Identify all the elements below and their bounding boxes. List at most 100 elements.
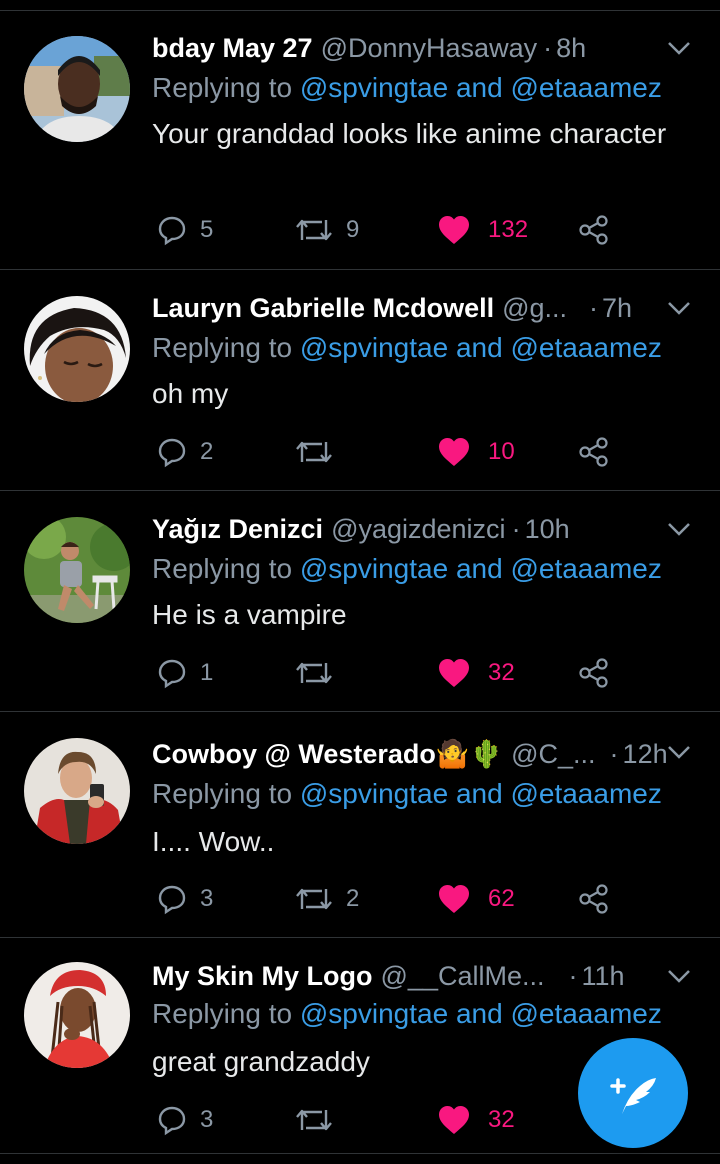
share-button[interactable] [578,432,610,472]
separator-dot: · [589,292,599,323]
like-button[interactable]: 132 [438,210,528,250]
like-button[interactable]: 32 [438,1100,515,1140]
reply-button[interactable]: 1 [156,653,213,693]
reply-count: 5 [200,216,214,243]
user-handle[interactable]: @DonnyHasaway [321,33,538,64]
reply-button[interactable]: 3 [156,879,213,919]
tweet-header: Cowboy @ Westerado🤷🌵 @C_... · 12h [152,732,690,776]
like-count: 10 [488,438,515,465]
tweet-text: I.... Wow.. [152,826,275,857]
display-name[interactable]: bday May 27 [152,33,313,64]
reply-icon [158,438,186,468]
retweet-icon [296,662,332,684]
separator-dot: · [609,738,619,769]
reply-count: 1 [200,659,214,686]
share-icon [579,884,608,914]
chevron-down-icon[interactable] [664,507,694,551]
display-name[interactable]: Cowboy @ Westerado🤷🌵 [152,738,503,770]
retweet-button[interactable] [294,1100,346,1140]
share-icon [579,215,608,245]
avatar[interactable] [24,296,130,402]
reply-count: 3 [200,885,214,912]
replying-prefix: Replying to [152,332,293,363]
chevron-down-icon[interactable] [664,730,694,774]
compose-tweet-button[interactable] [578,1038,688,1148]
user-handle[interactable]: @yagizdenizci [331,514,506,545]
like-button[interactable]: 10 [438,432,515,472]
avatar[interactable] [24,36,130,142]
tweet-header: bday May 27 @DonnyHasaway · 8h [152,26,690,70]
tweet[interactable]: Cowboy @ Westerado🤷🌵 @C_... · 12h Replyi… [0,712,720,938]
reply-icon [158,216,186,246]
replying-to: Replying to @spvingtae and @etaaamez [152,72,662,104]
compose-feather-icon [610,1078,656,1114]
share-button[interactable] [578,210,610,250]
share-button[interactable] [578,653,610,693]
reply-count: 2 [200,438,214,465]
display-name[interactable]: My Skin My Logo [152,961,373,992]
separator-dot: · [568,960,578,991]
replying-to: Replying to @spvingtae and @etaaamez [152,778,662,810]
avatar[interactable] [24,517,130,623]
separator-dot: · [543,32,553,63]
tweet-header: My Skin My Logo @__CallMe... · 11h [152,954,690,998]
timestamp: 12h [622,738,668,769]
mention-and: and [455,778,503,809]
retweet-icon [296,441,332,463]
share-button[interactable] [578,879,610,919]
display-name[interactable]: Yağız Denizci [152,514,323,545]
mention-link[interactable]: @spvingtae [300,332,448,363]
chevron-down-icon[interactable] [664,26,694,70]
like-button[interactable]: 32 [438,653,515,693]
user-handle[interactable]: @__CallMe... [381,961,545,992]
chevron-down-icon[interactable] [664,954,694,998]
avatar[interactable] [24,962,130,1068]
reply-button[interactable]: 5 [156,210,213,250]
mention-link[interactable]: @spvingtae [300,553,448,584]
tweet[interactable]: bday May 27 @DonnyHasaway · 8h Replying … [0,10,720,270]
retweet-button[interactable]: 2 [294,879,359,919]
mention-link[interactable]: @spvingtae [300,778,448,809]
avatar[interactable] [24,738,130,844]
retweet-count: 9 [346,216,360,243]
display-name[interactable]: Lauryn Gabrielle Mcdowell [152,293,494,324]
tweet-text: He is a vampire [152,599,347,630]
heart-icon [439,885,469,913]
user-handle[interactable]: @C_... [511,739,595,770]
reply-count: 3 [200,1106,214,1133]
tweet-actions: 1 32 [152,653,672,693]
mention-and: and [455,332,503,363]
tweet-text: oh my [152,378,229,409]
mention-link[interactable]: @spvingtae [300,72,448,103]
tweet[interactable]: Yağız Denizci @yagizdenizci · 10h Replyi… [0,491,720,712]
like-count: 62 [488,885,515,912]
mention-link[interactable]: @spvingtae [300,998,448,1029]
retweet-button[interactable] [294,653,346,693]
retweet-button[interactable]: 9 [294,210,359,250]
mention-and: and [455,72,503,103]
timestamp: 10h [524,513,570,544]
reply-button[interactable]: 2 [156,432,213,472]
mention-link[interactable]: @etaaamez [510,332,661,363]
like-button[interactable]: 62 [438,879,515,919]
reply-icon [158,885,186,915]
chevron-down-icon[interactable] [664,286,694,330]
like-count: 132 [488,216,529,243]
like-count: 32 [488,659,515,686]
replying-prefix: Replying to [152,778,293,809]
mention-and: and [455,998,503,1029]
tweet[interactable]: Lauryn Gabrielle Mcdowell @g... · 7h Rep… [0,270,720,491]
replying-to: Replying to @spvingtae and @etaaamez [152,332,662,364]
like-count: 32 [488,1106,515,1133]
retweet-button[interactable] [294,432,346,472]
tweet-header: Lauryn Gabrielle Mcdowell @g... · 7h [152,286,690,330]
user-handle[interactable]: @g... [502,293,567,324]
mention-link[interactable]: @etaaamez [510,998,661,1029]
retweet-icon [296,219,332,241]
retweet-icon [296,1109,332,1131]
mention-link[interactable]: @etaaamez [510,553,661,584]
mention-link[interactable]: @etaaamez [510,778,661,809]
retweet-icon [296,888,332,910]
mention-link[interactable]: @etaaamez [510,72,661,103]
reply-button[interactable]: 3 [156,1100,213,1140]
